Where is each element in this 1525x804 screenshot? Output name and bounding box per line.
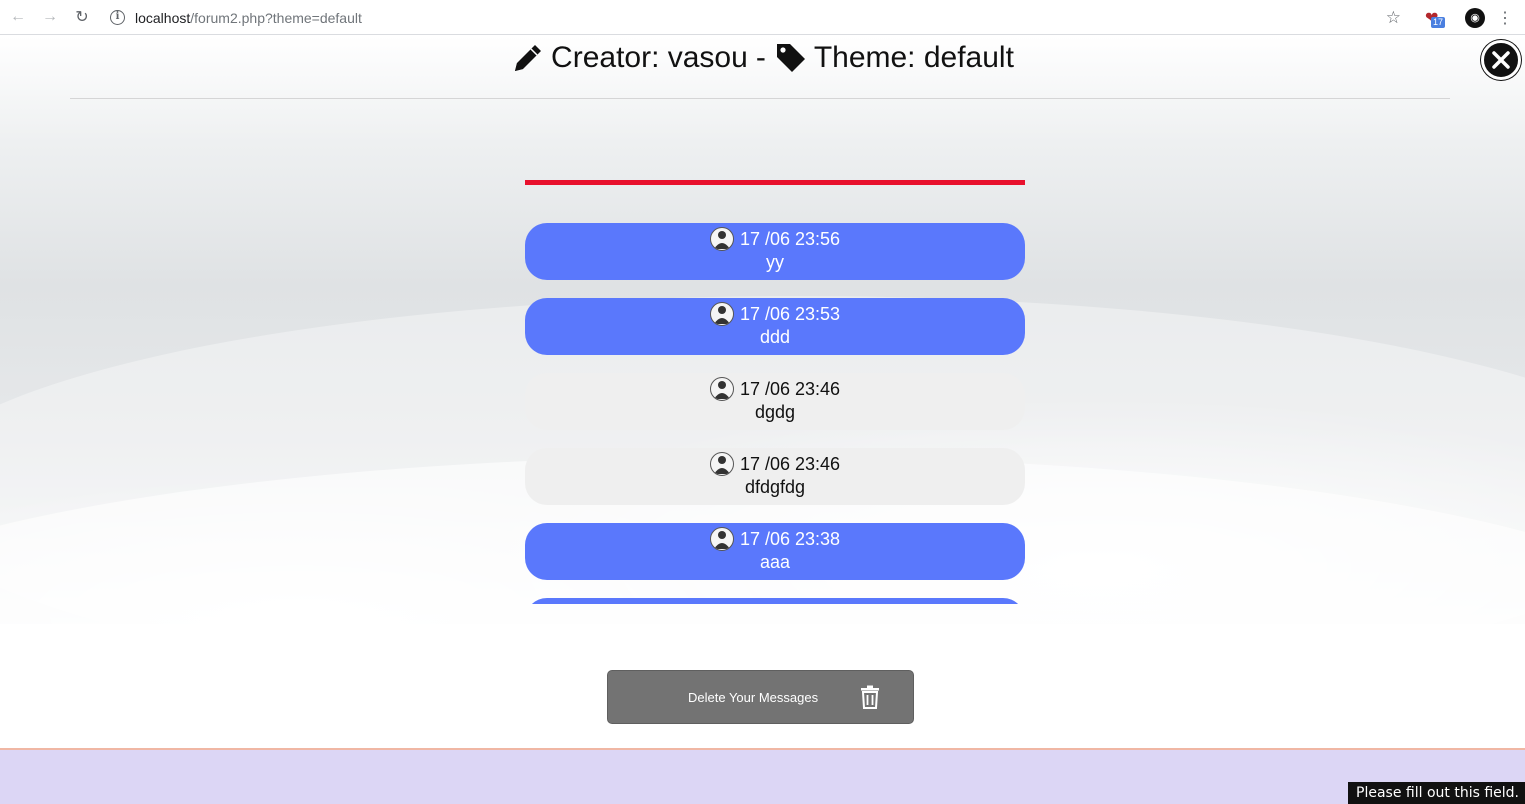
message-timestamp: 17 /06 23:38 — [739, 528, 841, 549]
message-timestamp: 17 /06 23:46 — [739, 378, 841, 399]
user-avatar-icon — [709, 227, 734, 251]
message-list[interactable]: 17 /06 23:56 yy 17 /06 23:53 ddd 17 /06 … — [525, 223, 1025, 604]
message-item: 17 /06 23:38 aaa — [525, 523, 1025, 580]
reload-icon[interactable]: ↻ — [72, 7, 92, 27]
delete-messages-button[interactable]: Delete Your Messages — [607, 670, 914, 724]
header-divider — [70, 98, 1450, 99]
message-item: 17 /06 23:53 ddd — [525, 298, 1025, 355]
bookmark-star-icon[interactable]: ☆ — [1386, 8, 1401, 28]
pencil-icon — [515, 45, 542, 71]
validation-tooltip: Please fill out this field. — [1348, 782, 1525, 804]
delete-button-label: Delete Your Messages — [688, 689, 819, 705]
trash-icon — [861, 685, 880, 709]
tag-icon — [776, 44, 805, 72]
message-text: ddd — [759, 327, 791, 347]
message-item: 17 /06 23:46 dfdgfdg — [525, 448, 1025, 505]
theme-label: Theme: default — [813, 41, 1014, 74]
page-title: Creator: vasou - Theme: default — [0, 36, 1525, 80]
close-button[interactable] — [1481, 40, 1521, 80]
footer-bar: Please fill out this field. — [0, 748, 1525, 804]
message-item: 17 /06 23:46 dgdg — [525, 373, 1025, 430]
browser-toolbar: ← → ↻ i localhost/forum2.php?theme=defau… — [0, 0, 1525, 35]
user-avatar-icon — [709, 452, 734, 476]
user-avatar-icon — [709, 377, 734, 401]
extension-icon[interactable]: ❤ 17 — [1423, 7, 1446, 29]
info-icon[interactable]: i — [110, 10, 125, 25]
message-item-partial — [525, 598, 1025, 604]
header-separator: - — [755, 41, 766, 74]
user-avatar-icon — [709, 527, 734, 551]
user-avatar-icon — [709, 302, 734, 326]
message-timestamp: 17 /06 23:46 — [739, 453, 841, 474]
message-text: aaa — [759, 552, 791, 572]
page-content: Creator: vasou - Theme: default 17 /06 2… — [0, 36, 1525, 748]
profile-avatar-icon[interactable]: ◉ — [1465, 7, 1485, 28]
url-path: /forum2.php?theme=default — [190, 9, 362, 26]
message-timestamp: 17 /06 23:56 — [739, 228, 841, 249]
message-timestamp: 17 /06 23:53 — [739, 303, 841, 324]
message-item: 17 /06 23:56 yy — [525, 223, 1025, 280]
message-text: yy — [766, 252, 784, 272]
creator-label: Creator: vasou — [551, 41, 748, 74]
browser-menu-icon[interactable]: ⋮ — [1497, 8, 1513, 28]
close-icon — [1492, 51, 1510, 69]
message-text: dfdgfdg — [744, 477, 806, 497]
message-text: dgdg — [754, 402, 796, 422]
forward-icon[interactable]: → — [40, 7, 60, 27]
extension-badge: 17 — [1431, 16, 1446, 28]
address-bar[interactable]: i localhost/forum2.php?theme=default — [110, 0, 362, 35]
url-host: localhost — [135, 9, 191, 26]
back-icon[interactable]: ← — [8, 7, 28, 27]
accent-divider — [525, 180, 1025, 185]
